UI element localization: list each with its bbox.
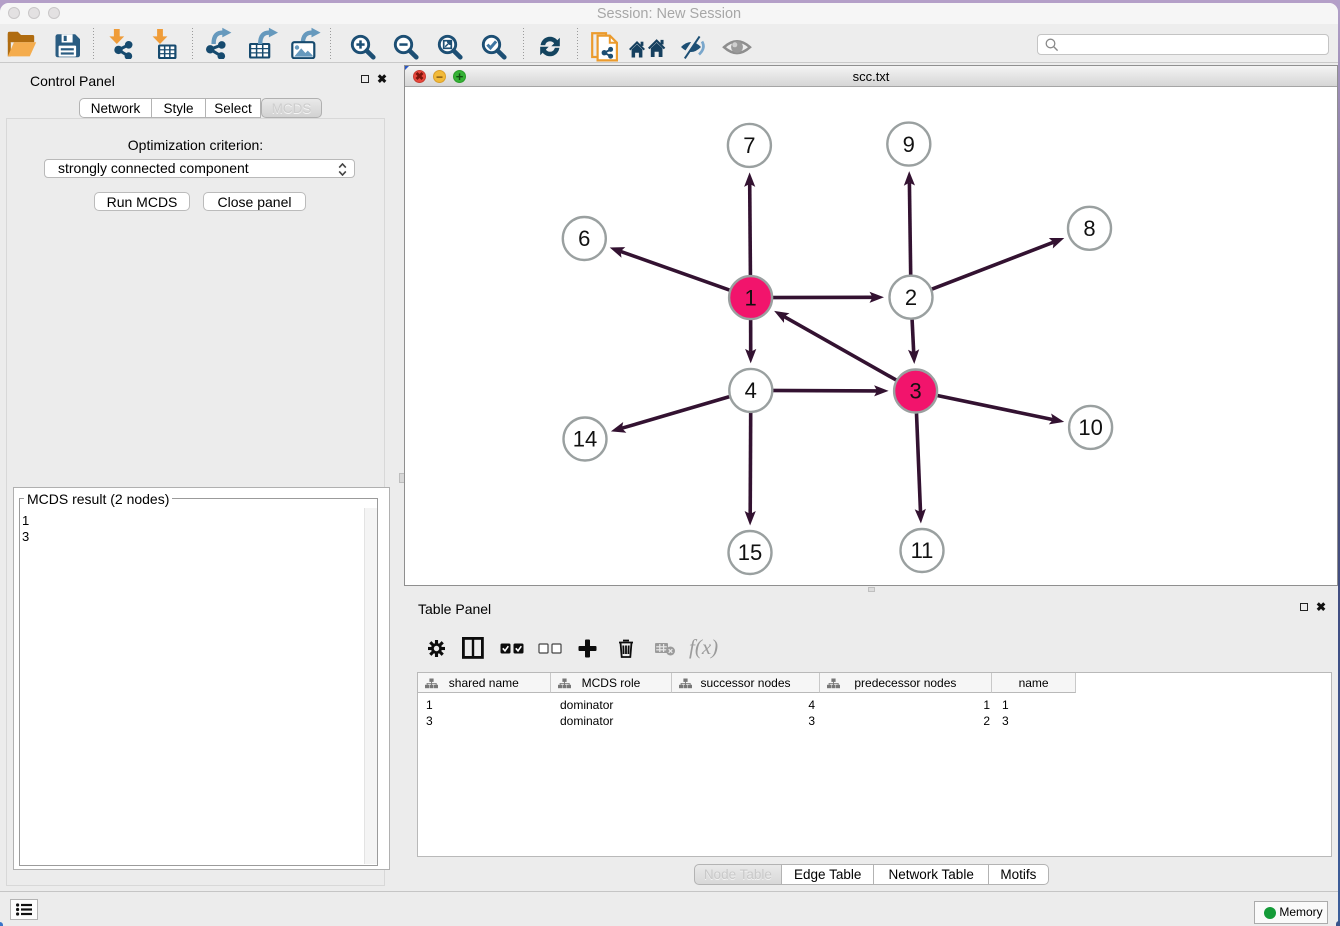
svg-text:8: 8: [1084, 216, 1096, 241]
svg-text:10: 10: [1079, 415, 1103, 440]
svg-text:11: 11: [911, 538, 934, 563]
svg-text:3: 3: [910, 379, 922, 404]
svg-text:4: 4: [745, 378, 757, 403]
svg-text:15: 15: [738, 540, 762, 565]
svg-text:6: 6: [578, 226, 590, 251]
svg-text:2: 2: [905, 285, 917, 310]
svg-text:1: 1: [745, 285, 757, 310]
svg-text:7: 7: [744, 133, 756, 158]
svg-text:9: 9: [903, 132, 915, 157]
svg-text:14: 14: [573, 427, 597, 452]
